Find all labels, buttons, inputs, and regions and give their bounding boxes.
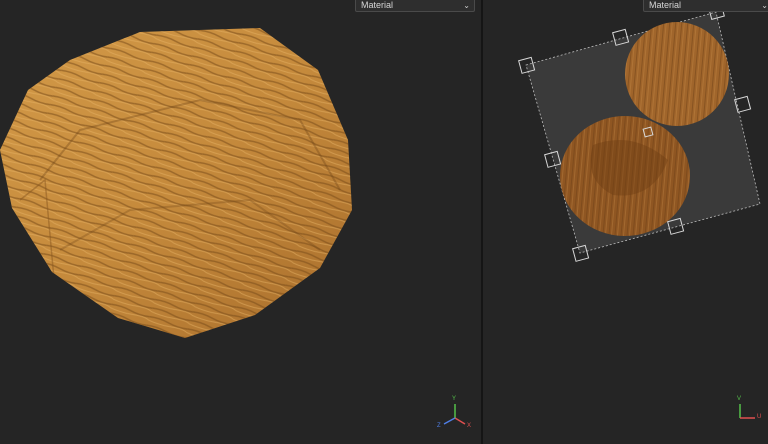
uv-island-top[interactable] bbox=[625, 22, 729, 126]
axis-x-label: X bbox=[467, 423, 472, 429]
uv-shading-mode-dropdown[interactable]: Material ⌄ bbox=[643, 0, 768, 12]
shading-mode-value: Material bbox=[361, 0, 394, 10]
chevron-down-icon: ⌄ bbox=[761, 1, 768, 10]
axis-y-label: Y bbox=[452, 396, 457, 402]
mesh-canvas[interactable] bbox=[0, 0, 481, 444]
axis-v-label: V bbox=[737, 396, 742, 402]
wood-rock-mesh bbox=[0, 28, 352, 338]
chevron-down-icon: ⌄ bbox=[463, 1, 470, 10]
axis-z-label: Z bbox=[437, 423, 441, 429]
uv-shading-mode-value: Material bbox=[649, 0, 682, 10]
shading-mode-dropdown[interactable]: Material ⌄ bbox=[355, 0, 475, 12]
axis-gizmo-uv bbox=[739, 404, 755, 419]
uv-canvas[interactable] bbox=[483, 0, 768, 444]
viewport-3d[interactable]: Y X Z Material ⌄ bbox=[0, 0, 481, 444]
axis-u-label: U bbox=[757, 414, 762, 420]
axis-gizmo-3d bbox=[443, 404, 466, 425]
uv-island-bottom[interactable] bbox=[560, 116, 690, 236]
viewport-uv[interactable]: V U Material ⌄ bbox=[483, 0, 768, 444]
